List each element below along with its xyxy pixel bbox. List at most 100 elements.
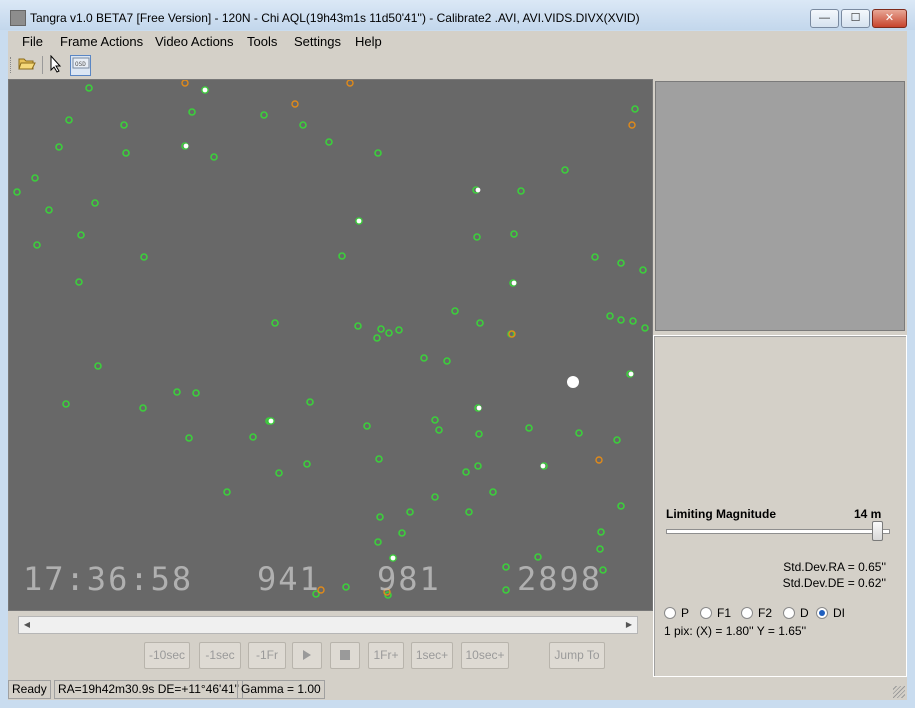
star-marker[interactable]: [275, 469, 283, 477]
star-marker[interactable]: [377, 325, 385, 333]
radio-f1-circle[interactable]: [700, 607, 712, 619]
star-marker[interactable]: [420, 354, 428, 362]
video-frame[interactable]: 17:36:58 941 981 2898: [8, 79, 653, 611]
stop-button[interactable]: [330, 642, 360, 669]
star-marker[interactable]: [510, 230, 518, 238]
star-marker[interactable]: [140, 253, 148, 261]
close-button[interactable]: ✕: [872, 9, 907, 28]
unmatched-star-marker[interactable]: [595, 456, 603, 464]
star-marker[interactable]: [473, 233, 481, 241]
unmatched-star-marker[interactable]: [181, 80, 189, 87]
star-marker[interactable]: [303, 460, 311, 468]
scroll-right-icon[interactable]: ▶: [621, 617, 637, 633]
star-marker[interactable]: [525, 424, 533, 432]
osd-icon[interactable]: OSD: [70, 55, 91, 76]
star-marker[interactable]: [476, 319, 484, 327]
star-marker[interactable]: [271, 319, 279, 327]
star-marker[interactable]: [435, 426, 443, 434]
radio-di-circle[interactable]: [816, 607, 828, 619]
menu-file[interactable]: File: [22, 34, 43, 49]
unmatched-star-marker[interactable]: [628, 121, 636, 129]
star-marker[interactable]: [185, 434, 193, 442]
star-marker[interactable]: [629, 317, 637, 325]
radio-f2-circle[interactable]: [741, 607, 753, 619]
cursor-arrow-icon[interactable]: [46, 54, 66, 75]
unmatched-star-marker[interactable]: [291, 100, 299, 108]
star-marker[interactable]: [613, 436, 621, 444]
star-marker[interactable]: [223, 488, 231, 496]
star-marker[interactable]: [55, 143, 63, 151]
star-marker[interactable]: [120, 121, 128, 129]
star-marker[interactable]: [249, 433, 257, 441]
star-marker[interactable]: [475, 430, 483, 438]
radio-f2[interactable]: F2: [741, 606, 772, 620]
radio-d[interactable]: D: [783, 606, 809, 620]
star-marker[interactable]: [188, 108, 196, 116]
star-marker[interactable]: [210, 153, 218, 161]
menu-frame-actions[interactable]: Frame Actions: [60, 34, 143, 49]
star-marker[interactable]: [561, 166, 569, 174]
star-marker[interactable]: [306, 398, 314, 406]
star-marker[interactable]: [173, 388, 181, 396]
folder-open-icon[interactable]: [17, 55, 37, 75]
star-marker[interactable]: [375, 455, 383, 463]
star-marker[interactable]: [338, 252, 346, 260]
star-marker[interactable]: [617, 502, 625, 510]
star-marker[interactable]: [192, 389, 200, 397]
star-marker[interactable]: [325, 138, 333, 146]
minimize-button[interactable]: —: [810, 9, 839, 28]
star-marker[interactable]: [62, 400, 70, 408]
star-marker[interactable]: [596, 545, 604, 553]
star-marker[interactable]: [462, 468, 470, 476]
scroll-left-icon[interactable]: ◀: [19, 617, 35, 633]
plus-1sec-button[interactable]: 1sec+: [411, 642, 453, 669]
star-marker[interactable]: [431, 416, 439, 424]
plus-1fr-button[interactable]: 1Fr+: [368, 642, 404, 669]
minus-10sec-button[interactable]: -10sec: [144, 642, 190, 669]
star-marker[interactable]: [398, 529, 406, 537]
star-marker[interactable]: [597, 528, 605, 536]
toolbar-grip[interactable]: [10, 57, 13, 73]
menu-tools[interactable]: Tools: [247, 34, 277, 49]
star-marker[interactable]: [575, 429, 583, 437]
star-marker[interactable]: [85, 84, 93, 92]
star-marker[interactable]: [639, 266, 647, 274]
jump-to-button[interactable]: Jump To: [549, 642, 605, 669]
star-marker[interactable]: [431, 493, 439, 501]
star-marker[interactable]: [342, 583, 350, 591]
star-marker[interactable]: [45, 206, 53, 214]
star-marker[interactable]: [465, 508, 473, 516]
star-marker[interactable]: [373, 334, 381, 342]
star-marker[interactable]: [94, 362, 102, 370]
radio-p-circle[interactable]: [664, 607, 676, 619]
play-button[interactable]: [292, 642, 322, 669]
star-marker[interactable]: [502, 563, 510, 571]
star-marker[interactable]: [502, 586, 510, 594]
star-marker[interactable]: [13, 188, 21, 196]
star-marker[interactable]: [443, 357, 451, 365]
star-marker[interactable]: [122, 149, 130, 157]
unmatched-star-marker[interactable]: [346, 80, 354, 87]
star-marker[interactable]: [374, 538, 382, 546]
menu-video-actions[interactable]: Video Actions: [155, 34, 234, 49]
radio-p[interactable]: P: [664, 606, 689, 620]
star-marker[interactable]: [517, 187, 525, 195]
star-marker[interactable]: [260, 111, 268, 119]
star-marker[interactable]: [299, 121, 307, 129]
star-marker[interactable]: [385, 329, 393, 337]
star-marker[interactable]: [406, 508, 414, 516]
maximize-button[interactable]: ☐: [841, 9, 870, 28]
star-marker[interactable]: [617, 316, 625, 324]
star-marker[interactable]: [75, 278, 83, 286]
star-marker[interactable]: [31, 174, 39, 182]
star-marker[interactable]: [641, 324, 649, 332]
resize-grip[interactable]: [893, 686, 905, 698]
radio-di[interactable]: DI: [816, 606, 845, 620]
star-marker[interactable]: [374, 149, 382, 157]
star-marker[interactable]: [451, 307, 459, 315]
star-marker[interactable]: [91, 199, 99, 207]
minus-1sec-button[interactable]: -1sec: [199, 642, 241, 669]
plus-10sec-button[interactable]: 10sec+: [461, 642, 509, 669]
star-marker[interactable]: [33, 241, 41, 249]
star-marker[interactable]: [606, 312, 614, 320]
